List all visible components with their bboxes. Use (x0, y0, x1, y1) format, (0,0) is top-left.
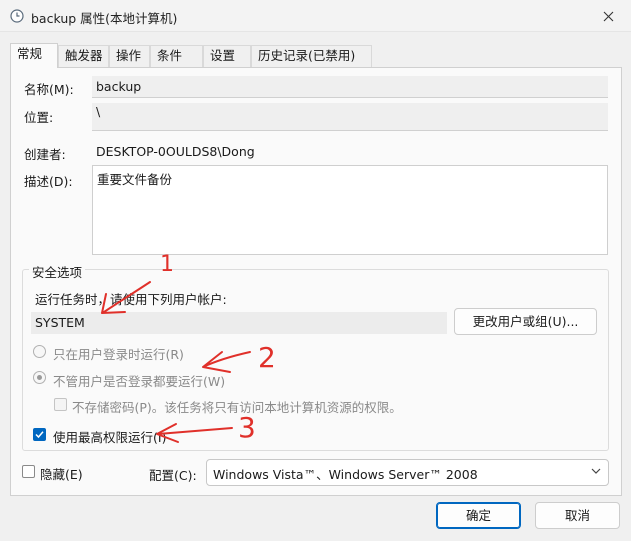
security-options-title: 安全选项 (29, 262, 86, 281)
description-label: 描述(D): (24, 174, 73, 189)
radio-logged-on-label: 只在用户登录时运行(R) (53, 347, 184, 362)
radio-whether-logged-on-label: 不管用户是否登录都要运行(W) (53, 374, 226, 389)
window-title: backup 属性(本地计算机) (31, 11, 178, 26)
chevron-down-icon (591, 468, 601, 474)
author-value: DESKTOP-0OULDS8\Dong (96, 144, 255, 159)
cancel-button[interactable]: 取消 (535, 502, 620, 529)
user-account-field: SYSTEM (31, 312, 447, 334)
radio-whether-logged-on[interactable] (33, 371, 46, 384)
location-label: 位置: (24, 110, 54, 125)
configure-value: Windows Vista™、Windows Server™ 2008 (213, 467, 478, 482)
author-label: 创建者: (24, 147, 66, 162)
configure-select[interactable]: Windows Vista™、Windows Server™ 2008 (206, 459, 609, 486)
highest-privileges-label: 使用最高权限运行(I) (53, 430, 167, 445)
title-bar: backup 属性(本地计算机) (0, 0, 631, 32)
tab-history[interactable]: 历史记录(已禁用) (251, 45, 372, 67)
change-user-button[interactable]: 更改用户或组(U)... (454, 308, 597, 335)
checkmark-icon (35, 431, 44, 439)
hidden-label: 隐藏(E) (40, 467, 83, 482)
tab-general[interactable]: 常规 (10, 43, 58, 68)
clock-icon (10, 9, 24, 23)
tab-triggers[interactable]: 触发器 (58, 45, 109, 67)
description-textarea[interactable]: 重要文件备份 (92, 165, 608, 255)
radio-logged-on[interactable] (33, 345, 46, 358)
tab-conditions[interactable]: 条件 (150, 45, 203, 67)
hidden-checkbox[interactable] (22, 465, 35, 478)
run-as-prompt: 运行任务时，请使用下列用户帐户: (35, 292, 227, 307)
name-label: 名称(M): (24, 82, 74, 97)
location-field: \ (92, 103, 608, 131)
close-button[interactable] (585, 0, 631, 32)
highest-privileges-checkbox[interactable] (33, 428, 46, 441)
name-field[interactable]: backup (92, 76, 608, 98)
no-store-password-checkbox[interactable] (54, 398, 67, 411)
no-store-password-label: 不存储密码(P)。该任务将只有访问本地计算机资源的权限。 (72, 400, 402, 415)
configure-label: 配置(C): (149, 468, 197, 483)
ok-button[interactable]: 确定 (436, 502, 521, 529)
tab-settings[interactable]: 设置 (203, 45, 251, 67)
tab-actions[interactable]: 操作 (109, 45, 150, 67)
close-icon (603, 11, 613, 21)
